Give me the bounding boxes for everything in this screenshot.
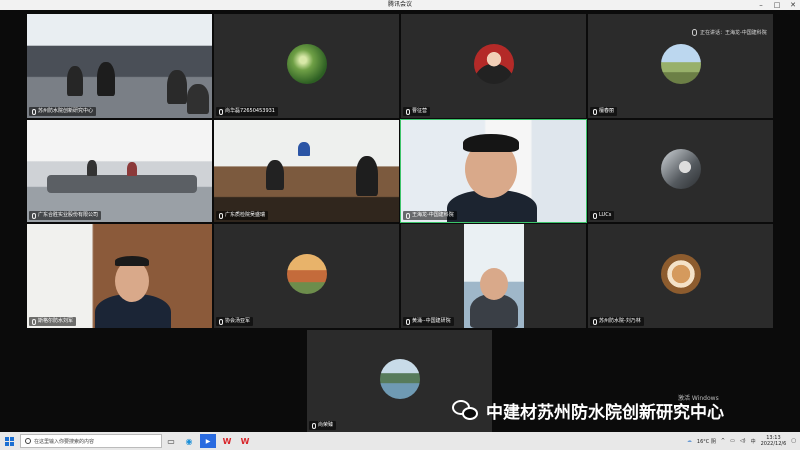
mic-icon — [219, 212, 223, 219]
mic-icon — [219, 108, 223, 115]
windows-logo-icon — [4, 436, 14, 446]
participant-name: 曹征营 — [403, 107, 431, 116]
mic-icon — [593, 212, 597, 219]
mic-icon — [593, 318, 597, 325]
participant-name: 苏州防水院创新研究中心 — [29, 107, 97, 116]
mic-icon — [219, 318, 223, 325]
avatar — [286, 44, 327, 84]
clock-date: 2022/12/6 — [760, 441, 787, 447]
participant-name: 尚华磊72650453931 — [216, 107, 278, 116]
maximize-icon[interactable]: □ — [772, 0, 782, 10]
video-tile-9[interactable]: 斯格尔防水刘军 — [27, 224, 212, 328]
chevron-up-icon[interactable]: ^ — [721, 438, 725, 444]
mic-icon — [692, 29, 697, 36]
participant-name: 檀春丽 — [590, 107, 618, 116]
mic-icon — [32, 318, 36, 325]
video-feed — [27, 224, 212, 328]
participant-name: 黄涌--中国建研院 — [403, 317, 454, 326]
search-icon — [25, 438, 31, 444]
avatar — [286, 254, 327, 294]
wechat-icon — [452, 399, 480, 422]
mic-icon — [312, 422, 316, 429]
volume-icon[interactable]: ◁) — [740, 438, 746, 444]
clock[interactable]: 13:13 2022/12/6 — [761, 435, 787, 447]
ime-indicator[interactable]: 中 — [751, 438, 756, 445]
system-tray: ☁ 16°C 阴 ^ ▭ ◁) 中 13:13 2022/12/6 ▢ — [687, 435, 800, 447]
notification-icon[interactable]: ▢ — [791, 438, 796, 444]
weather-icon[interactable]: ☁ — [687, 438, 692, 444]
video-tile-6[interactable]: 广东质检院吴盛瑞 — [214, 120, 399, 222]
meeting-app-icon[interactable]: ▶ — [200, 434, 216, 448]
participant-name: 王海龙-中国建科院 — [403, 211, 457, 220]
participant-name: 协会汤亚军 — [216, 317, 254, 326]
participant-name: 尚荣臻 — [309, 421, 337, 430]
wps-office-icon[interactable]: W — [236, 432, 254, 450]
video-tile-11[interactable]: 黄涌--中国建研院 — [401, 224, 586, 328]
mic-icon — [406, 212, 410, 219]
mic-icon — [593, 108, 597, 115]
edge-browser-icon[interactable]: ◉ — [180, 432, 198, 450]
avatar — [660, 44, 701, 84]
video-tile-1[interactable]: 苏州防水院创新研究中心 — [27, 14, 212, 118]
video-tile-7[interactable]: 王海龙-中国建科院 — [400, 119, 587, 223]
taskbar-search[interactable]: 在这里输入你要搜索的内容 — [20, 434, 162, 448]
avatar — [660, 149, 701, 189]
participant-name: LUCs — [590, 211, 615, 220]
video-feed — [464, 224, 524, 328]
video-tile-10[interactable]: 协会汤亚军 — [214, 224, 399, 328]
active-speaker-indicator: 正在讲话：王海龙-中国建科院 — [692, 29, 767, 36]
participant-name: 斯格尔防水刘军 — [29, 317, 77, 326]
weather-text[interactable]: 16°C 阴 — [697, 438, 716, 445]
video-feed — [27, 14, 212, 118]
participant-name: 广东质检院吴盛瑞 — [216, 211, 269, 220]
watermark-text: 中建材苏州防水院创新研究中心 — [486, 403, 724, 423]
video-tile-5[interactable]: 广东合胜实业股份有限公司 — [27, 120, 212, 222]
close-icon[interactable]: ✕ — [788, 0, 798, 10]
mic-icon — [406, 108, 410, 115]
taskbar: 在这里输入你要搜索的内容 ▭ ◉ ▶ W W ☁ 16°C 阴 ^ ▭ ◁) 中… — [0, 432, 800, 450]
participant-name: 广东合胜实业股份有限公司 — [29, 211, 102, 220]
video-feed — [214, 120, 399, 222]
video-tile-2[interactable]: 尚华磊72650453931 — [214, 14, 399, 118]
meeting-window: 腾讯会议 – □ ✕ 苏州防水院创新研究中心 尚华磊72650453931 曹征… — [0, 0, 800, 450]
start-button[interactable] — [0, 432, 18, 450]
video-feed — [401, 120, 586, 222]
video-feed — [27, 120, 212, 222]
window-title: 腾讯会议 — [387, 1, 412, 8]
mic-icon — [32, 108, 36, 115]
participant-name: 苏州防水院-刘乃林 — [590, 317, 644, 326]
video-tile-12[interactable]: 苏州防水院-刘乃林 — [588, 224, 773, 328]
wps-writer-icon[interactable]: W — [218, 432, 236, 450]
mic-icon — [406, 318, 410, 325]
window-controls: – □ ✕ — [756, 0, 798, 10]
wechat-watermark: 中建材苏州防水院创新研究中心 — [452, 398, 724, 423]
search-placeholder: 在这里输入你要搜索的内容 — [34, 438, 95, 445]
minimize-icon[interactable]: – — [756, 0, 766, 10]
video-tile-8[interactable]: LUCs — [588, 120, 773, 222]
task-view-icon[interactable]: ▭ — [162, 432, 180, 450]
video-tile-3[interactable]: 曹征营 — [401, 14, 586, 118]
avatar — [473, 44, 514, 84]
title-bar: 腾讯会议 – □ ✕ — [0, 0, 800, 10]
avatar — [379, 359, 420, 399]
mic-icon — [32, 212, 36, 219]
network-icon[interactable]: ▭ — [730, 438, 735, 444]
avatar — [660, 254, 701, 294]
